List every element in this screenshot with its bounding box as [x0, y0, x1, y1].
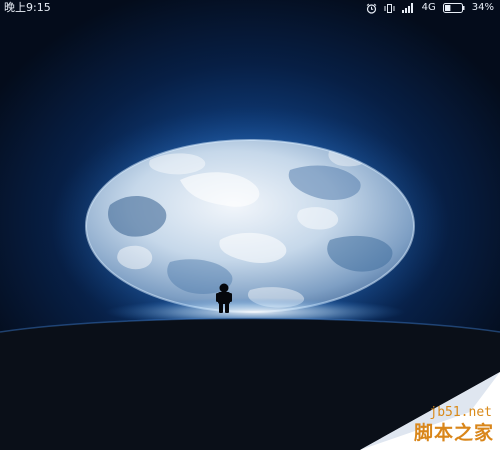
- earth-wallpaper: [0, 106, 500, 450]
- watermark-brand: 脚本之家: [413, 422, 494, 444]
- battery-icon: [442, 3, 465, 13]
- cellular-signal-icon: [401, 3, 415, 13]
- status-bar: 晚上9:15 4G 34%: [0, 0, 500, 16]
- battery-percent: 34%: [471, 2, 494, 13]
- status-time: 晚上9:15: [4, 1, 51, 14]
- alarm-clock-icon: [366, 3, 377, 14]
- earth-planet: [85, 139, 415, 313]
- phone-lock-screen: 晚上9:15 4G 34% jb51.net 脚本之家: [0, 0, 500, 450]
- network-type: 4G: [421, 2, 436, 13]
- vibrate-off-icon: [384, 3, 395, 14]
- status-icons: 4G 34%: [366, 0, 494, 16]
